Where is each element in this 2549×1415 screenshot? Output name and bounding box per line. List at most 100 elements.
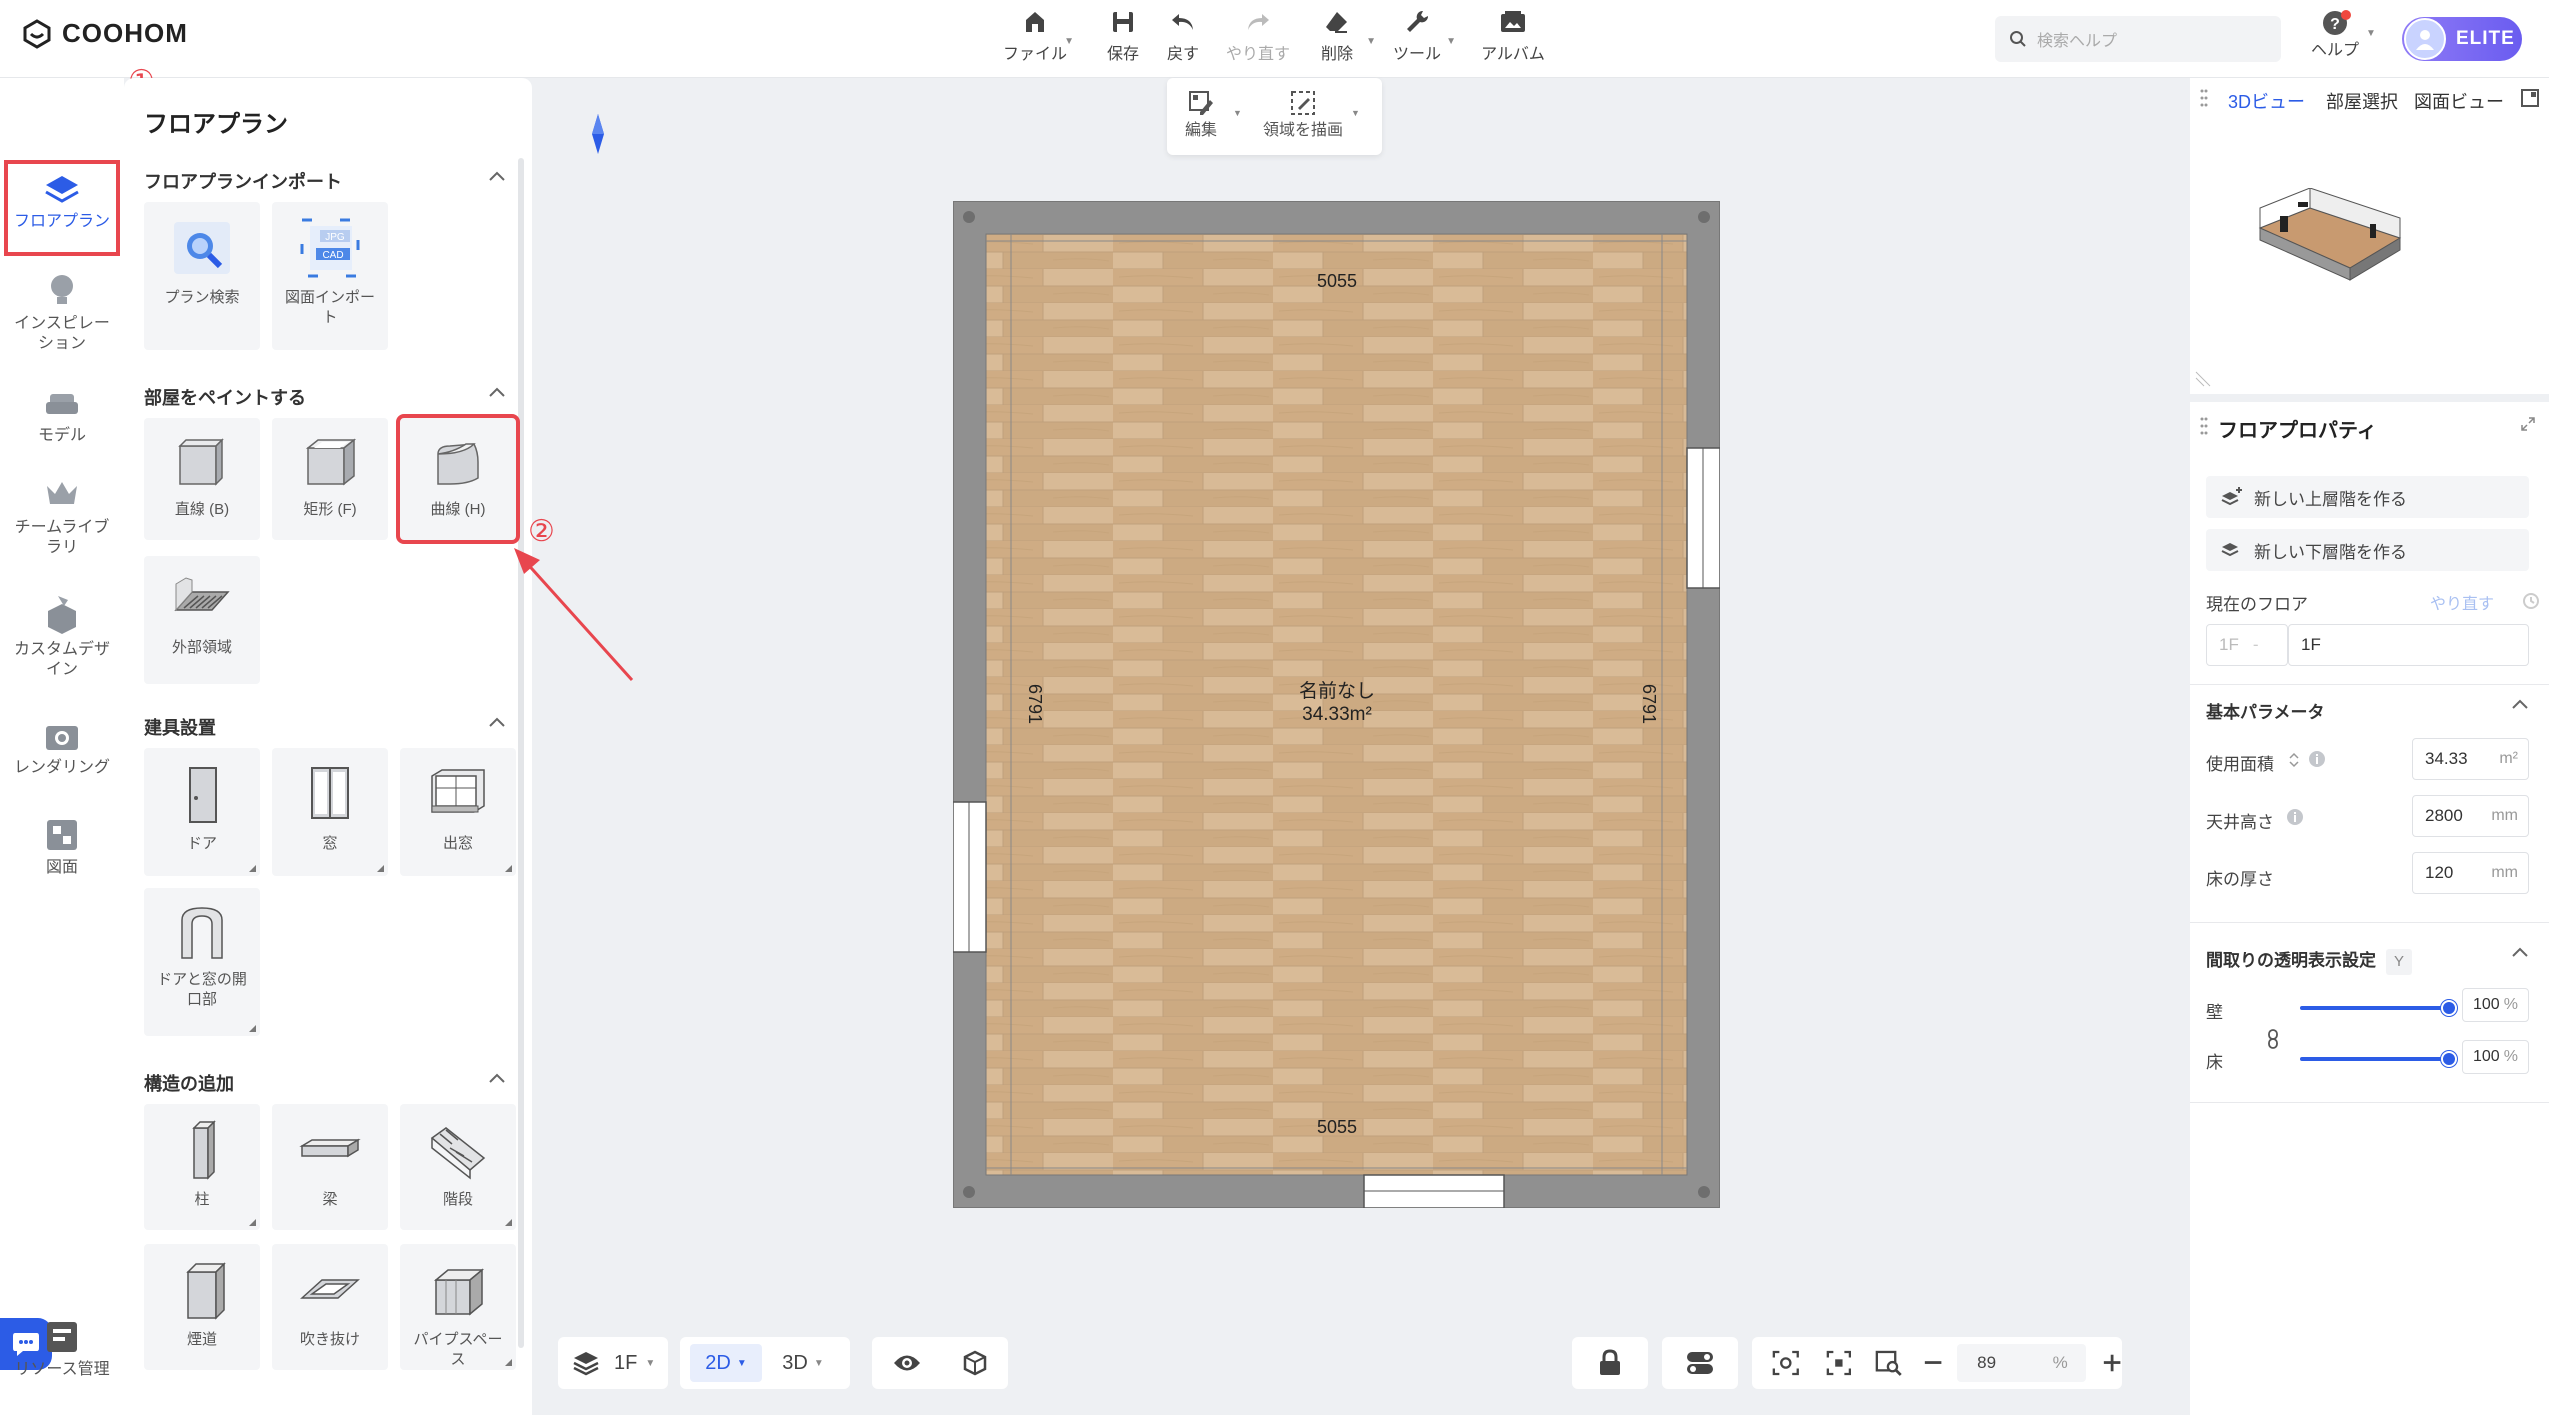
info-icon[interactable] bbox=[2308, 750, 2326, 768]
section-import[interactable]: フロアプランインポート bbox=[144, 168, 514, 194]
album-button[interactable]: アルバム bbox=[1468, 8, 1558, 64]
brand-logo[interactable]: COOHOM bbox=[22, 18, 188, 49]
panel-toggle-icon[interactable] bbox=[2520, 88, 2540, 108]
bay-window-card[interactable]: 出窓 bbox=[400, 748, 516, 876]
new-upper-floor-button[interactable]: 新しい上層階を作る bbox=[2206, 476, 2529, 518]
cube-view-icon[interactable] bbox=[961, 1349, 989, 1377]
help-caret-icon[interactable]: ▼ bbox=[2366, 28, 2376, 39]
floor-opacity-slider[interactable] bbox=[2300, 1051, 2457, 1067]
slider-handle[interactable] bbox=[2441, 1051, 2457, 1067]
resize-corner-icon[interactable] bbox=[2194, 370, 2212, 388]
transparency-section[interactable]: 間取りの透明表示設定 Y bbox=[2206, 946, 2529, 975]
edit-caret-icon[interactable]: ▼ bbox=[1233, 108, 1242, 118]
redo-link[interactable]: やり直す bbox=[2430, 590, 2494, 614]
drag-handle-icon[interactable] bbox=[2200, 416, 2208, 436]
basic-params-section[interactable]: 基本パラメータ bbox=[2206, 698, 2529, 723]
basic-params-title: 基本パラメータ bbox=[2206, 703, 2325, 722]
drag-handle-icon[interactable] bbox=[2200, 88, 2208, 108]
toggle-icon bbox=[1687, 1352, 1713, 1374]
wall-corner-node[interactable] bbox=[963, 211, 975, 223]
tab-plan-view[interactable]: 図面ビュー bbox=[2414, 88, 2504, 114]
floor-name-input[interactable]: 1F bbox=[2288, 624, 2529, 666]
chimney-card[interactable]: 煙道 bbox=[144, 1244, 260, 1370]
section-fixtures[interactable]: 建具設置 bbox=[144, 714, 514, 740]
mode-2d-button[interactable]: 2D ▼ bbox=[690, 1344, 762, 1382]
file-menu-button[interactable]: ファイル ▼ bbox=[990, 8, 1080, 64]
sofa-icon bbox=[46, 394, 78, 414]
new-lower-floor-button[interactable]: 新しい下層階を作る bbox=[2206, 529, 2529, 571]
nav-team-library[interactable]: チームライブラリ bbox=[0, 478, 124, 558]
account-badge[interactable]: ELITE bbox=[2402, 17, 2522, 61]
lock-button[interactable] bbox=[1572, 1337, 1648, 1389]
drawing-import-card[interactable]: JPG CAD 図面インポート bbox=[272, 202, 388, 350]
tab-3d-view[interactable]: 3Dビュー bbox=[2228, 88, 2305, 114]
redo-button[interactable]: やり直す bbox=[1213, 8, 1303, 64]
stairs-icon bbox=[430, 1127, 486, 1180]
zoom-in-icon[interactable] bbox=[2102, 1352, 2122, 1374]
void-card[interactable]: 吹き抜け bbox=[272, 1244, 388, 1370]
focus-icon[interactable] bbox=[1826, 1349, 1852, 1377]
compass-icon[interactable] bbox=[590, 112, 606, 156]
pipe-space-card[interactable]: パイプスペース bbox=[400, 1244, 516, 1370]
nav-model[interactable]: モデル bbox=[0, 388, 124, 446]
history-icon[interactable] bbox=[2522, 592, 2540, 610]
area-input[interactable]: 34.33 m² bbox=[2412, 738, 2529, 780]
nav-floorplan[interactable]: フロアプラン bbox=[4, 160, 120, 256]
slider-handle[interactable] bbox=[2441, 1000, 2457, 1016]
eye-icon[interactable] bbox=[892, 1352, 922, 1374]
help-search-input[interactable]: 検索ヘルプ bbox=[1995, 16, 2281, 62]
expand-icon[interactable] bbox=[2520, 416, 2536, 432]
file-label: ファイル bbox=[1002, 46, 1067, 63]
tools-menu-button[interactable]: ツール ▼ bbox=[1372, 8, 1462, 64]
link-chain-icon[interactable] bbox=[2266, 1028, 2280, 1050]
panel-scrollbar[interactable] bbox=[518, 158, 524, 1348]
floor-selector[interactable]: 1F ▼ bbox=[558, 1337, 668, 1389]
room-3d-preview[interactable] bbox=[2250, 188, 2410, 298]
draw-area-button[interactable]: 領域を描画 bbox=[1263, 90, 1343, 140]
ceiling-height-input[interactable]: 2800 mm bbox=[2412, 795, 2529, 837]
outdoor-area-card[interactable]: 外部領域 bbox=[144, 556, 260, 684]
section-paint-room[interactable]: 部屋をペイントする bbox=[144, 384, 514, 410]
door-card[interactable]: ドア bbox=[144, 748, 260, 876]
edit-button[interactable]: 編集 bbox=[1185, 90, 1217, 140]
stairs-card[interactable]: 階段 bbox=[400, 1104, 516, 1230]
nav-resource-management[interactable]: リソース管理 bbox=[0, 1320, 124, 1380]
opening-card[interactable]: ドアと窓の開口部 bbox=[144, 888, 260, 1036]
draw-area-caret-icon[interactable]: ▼ bbox=[1351, 108, 1360, 118]
draw-rect-card[interactable]: 矩形 (F) bbox=[272, 418, 388, 540]
delete-button[interactable]: 削除 ▼ bbox=[1292, 8, 1382, 64]
draw-curve-card[interactable]: 曲線 (H) bbox=[396, 414, 520, 544]
section-structure[interactable]: 構造の追加 bbox=[144, 1070, 514, 1096]
wall-opacity-input[interactable]: 100% bbox=[2462, 988, 2529, 1022]
fit-view-icon[interactable] bbox=[1772, 1349, 1800, 1377]
slab-thickness-input[interactable]: 120 mm bbox=[2412, 852, 2529, 894]
plan-search-card[interactable]: プラン検索 bbox=[144, 202, 260, 350]
mode-3d-button[interactable]: 3D ▼ bbox=[768, 1344, 838, 1382]
tab-room-select[interactable]: 部屋選択 bbox=[2326, 88, 2398, 114]
wall-opacity-slider[interactable] bbox=[2300, 1000, 2457, 1016]
nav-inspiration[interactable]: インスピレーション bbox=[0, 272, 124, 354]
window-card[interactable]: 窓 bbox=[272, 748, 388, 876]
floor-opacity-input[interactable]: 100% bbox=[2462, 1040, 2529, 1074]
zoom-input[interactable]: 89 % bbox=[1957, 1344, 2086, 1382]
wall-corner-node[interactable] bbox=[963, 1186, 975, 1198]
zoom-area-icon[interactable] bbox=[1875, 1349, 1903, 1377]
beam-card[interactable]: 梁 bbox=[272, 1104, 388, 1230]
floor-plan-canvas[interactable]: 5055 5055 6791 6791 名前なし 34.33m² bbox=[953, 201, 1720, 1208]
floor-code-input[interactable]: 1F - bbox=[2206, 624, 2288, 666]
help-button[interactable]: ? ヘルプ bbox=[2305, 10, 2365, 60]
nav-drawing[interactable]: 図面 bbox=[0, 818, 124, 878]
nav-rendering[interactable]: レンダリング bbox=[0, 720, 124, 778]
toggle-button[interactable] bbox=[1662, 1337, 1738, 1389]
wall-corner-node[interactable] bbox=[1698, 1186, 1710, 1198]
wall-corner-node[interactable] bbox=[1698, 211, 1710, 223]
info-icon[interactable] bbox=[2286, 808, 2304, 826]
undo-icon bbox=[1172, 14, 1193, 30]
outdoor-area-label: 外部領域 bbox=[171, 639, 232, 656]
nav-custom-design[interactable]: カスタムデザイン bbox=[0, 594, 124, 680]
column-card[interactable]: 柱 bbox=[144, 1104, 260, 1230]
draw-line-card[interactable]: 直線 (B) bbox=[144, 418, 260, 540]
sort-icon[interactable] bbox=[2288, 752, 2300, 768]
zoom-out-icon[interactable] bbox=[1923, 1352, 1943, 1374]
room-name[interactable]: 名前なし bbox=[1299, 680, 1375, 702]
